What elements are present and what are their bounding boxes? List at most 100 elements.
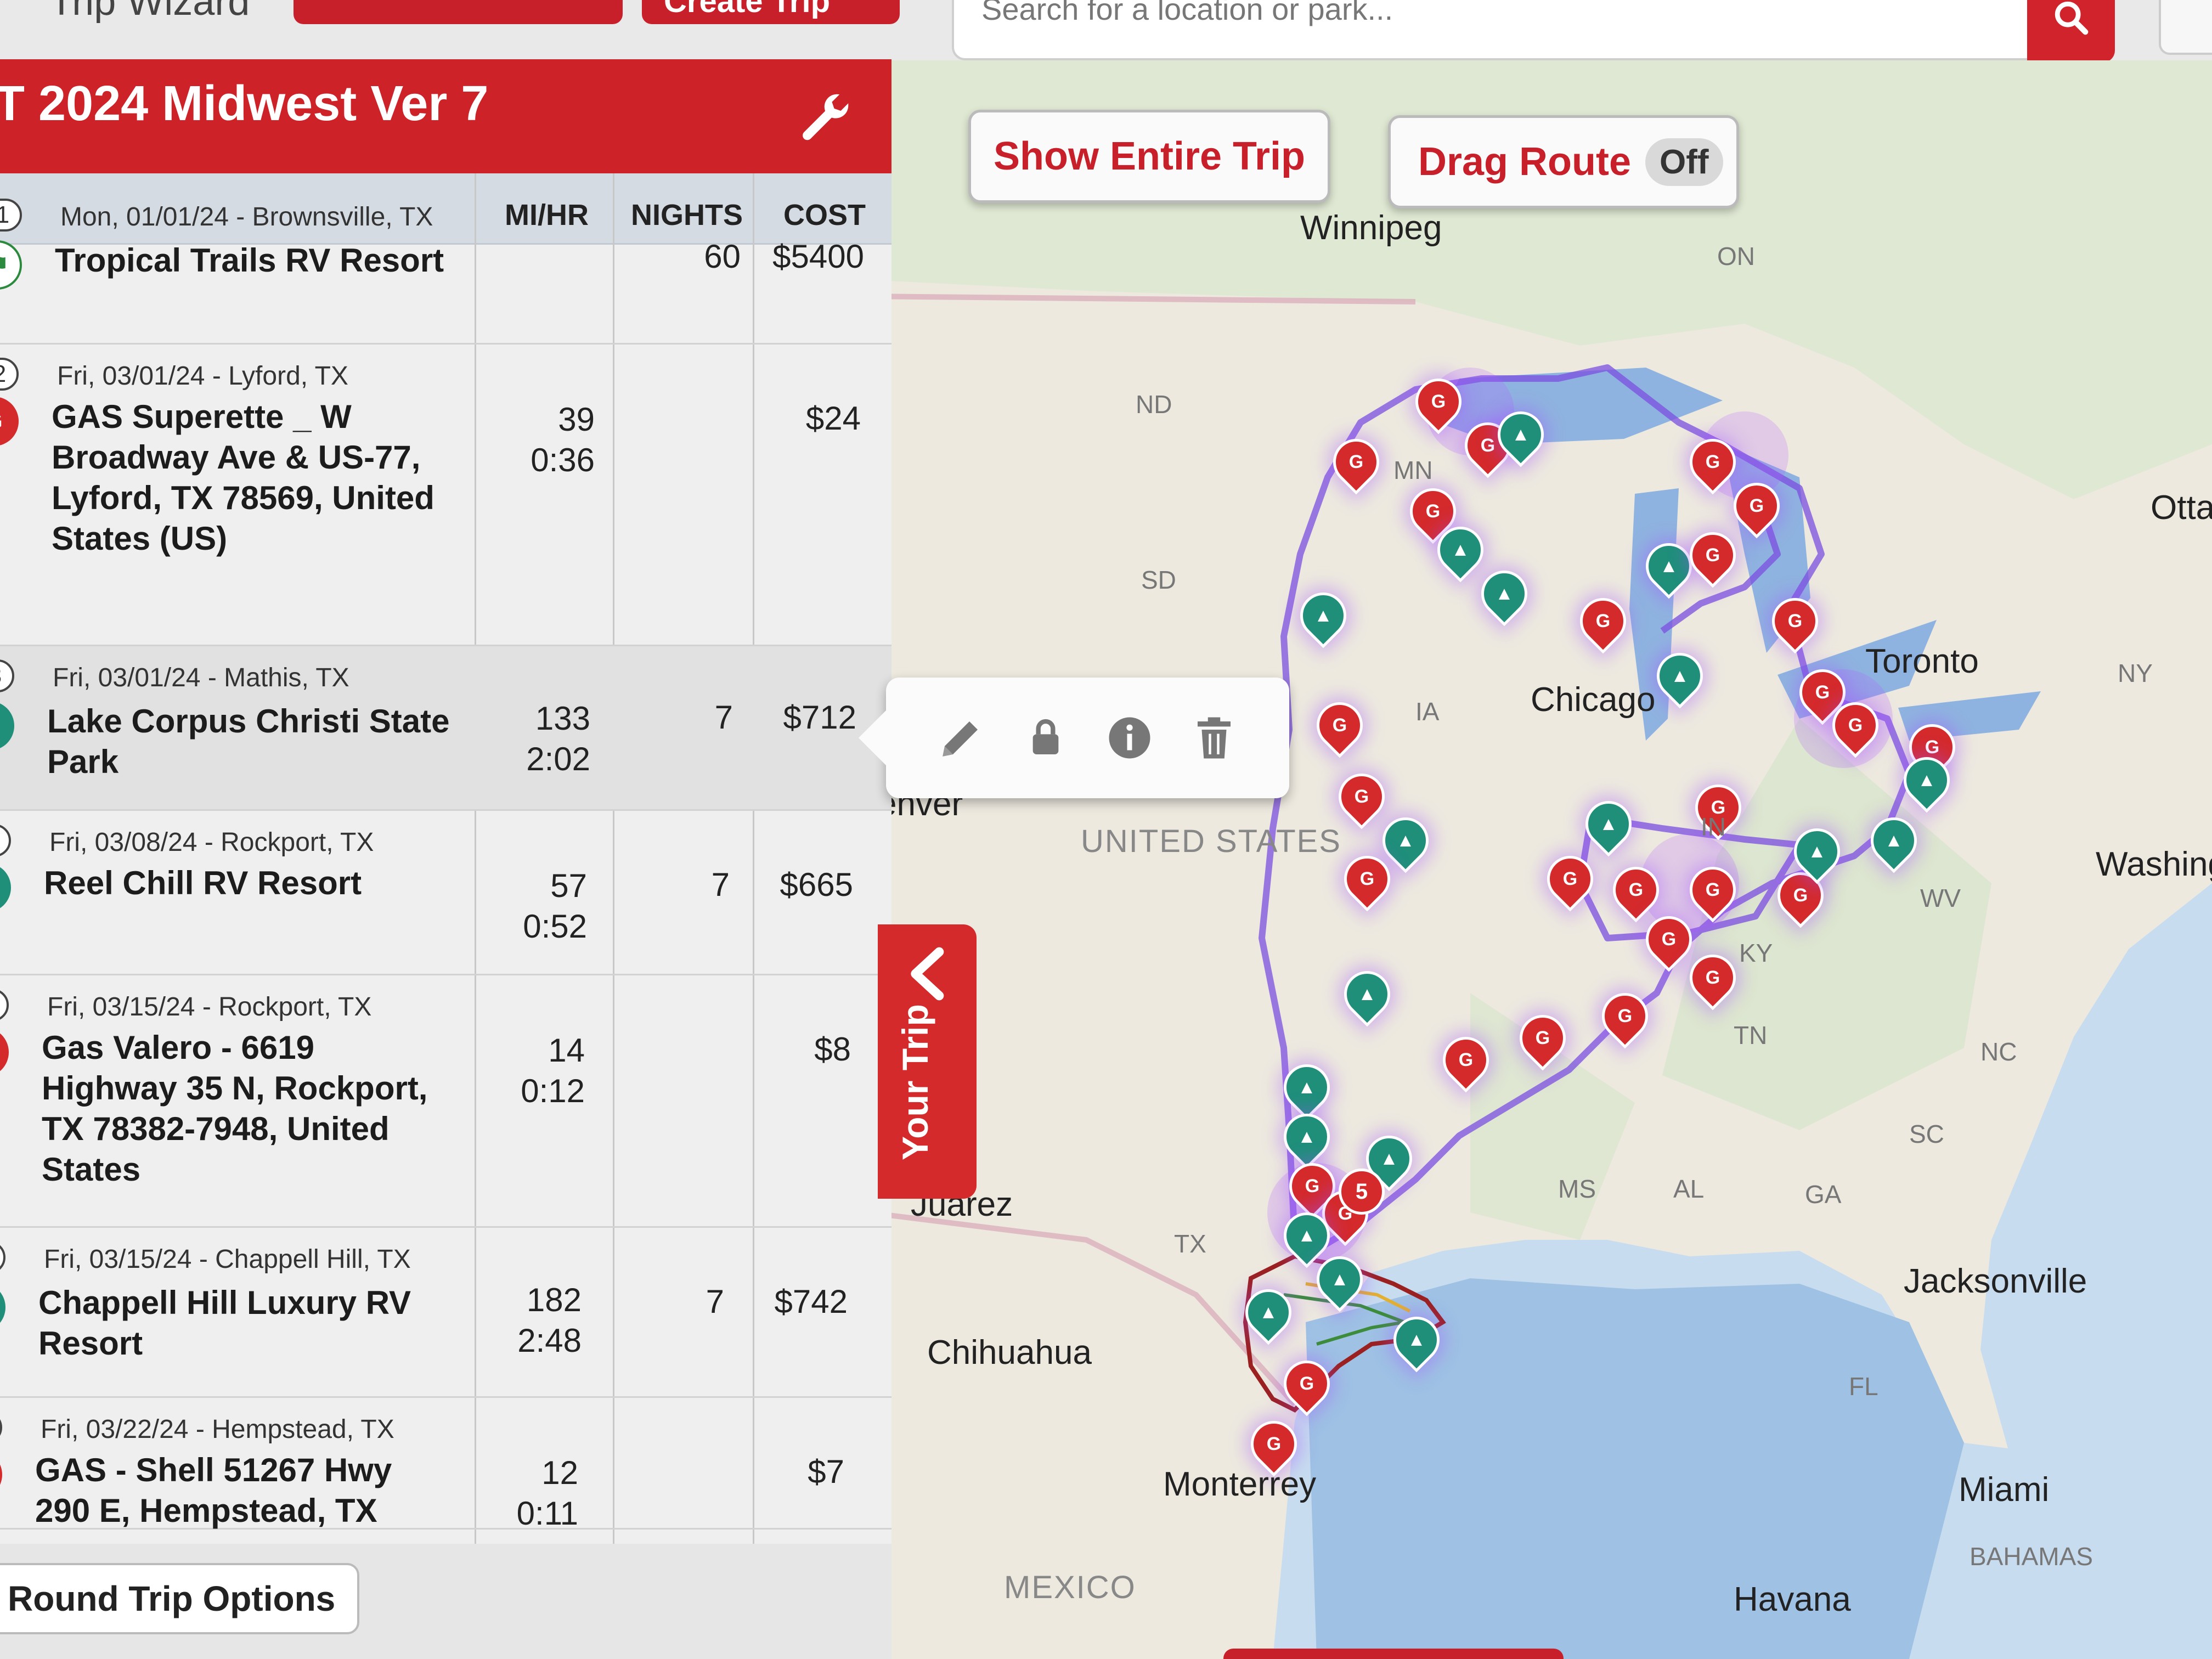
stop-name[interactable]: Reel Chill RV Resort [44,863,461,904]
flag-icon: ⚑ [0,240,22,290]
itinerary-row[interactable]: 3 ▲ Fri, 03/01/24 - Mathis, TX Lake Corp… [0,646,891,811]
info-icon[interactable] [1103,712,1156,764]
camp-icon: ▲ [0,1283,5,1332]
show-entire-trip-button[interactable]: Show Entire Trip [968,110,1330,203]
search-button[interactable] [2027,0,2115,63]
map-label-tx: TX [1174,1229,1206,1258]
map-label-chicago: Chicago [1531,681,1656,719]
itinerary-row[interactable]: 2 G Fri, 03/01/24 - Lyford, TX GAS Super… [0,345,891,646]
chevron-left-icon [911,947,944,1001]
itinerary-row[interactable]: 1 ⚑ Mon, 01/01/24 - Brownsville, TX Trop… [0,185,891,345]
lock-icon[interactable] [1019,712,1072,764]
stop-number: 1 [0,199,22,232]
stop-cost: $8 [814,1031,851,1068]
stop-distance-time: 133 2:02 [508,698,590,780]
account-button[interactable] [2159,0,2212,55]
stop-distance-time: 39 0:36 [512,399,595,481]
stop-distance-time: 57 0:52 [505,866,587,947]
pencil-icon[interactable] [935,712,988,764]
stop-date-location: Fri, 03/01/24 - Mathis, TX [53,663,349,692]
stop-nights: 60 [704,238,741,275]
gas-icon: G [0,1028,9,1077]
map-label-ottawa: Otta [2151,489,2212,527]
trip-panel-header: T 2024 Midwest Ver 7 [0,59,891,173]
stop-nights: 7 [706,1283,724,1320]
your-trip-label: Your Trip [895,1004,935,1160]
stop-date-location: Fri, 03/08/24 - Rockport, TX [49,828,374,857]
stop-cost: $24 [805,400,861,437]
stop-actions-popup [859,678,1289,798]
bottom-bar-tab[interactable] [1223,1649,1564,1659]
stop-cost: $712 [783,699,856,736]
trip-panel-footer: Round Trip Options [0,1544,891,1659]
stop-5-marker: 5 [1339,1169,1385,1215]
stop-name[interactable]: GAS Superette _ W Broadway Ave & US-77, … [52,397,469,559]
app-title: Trip Wizard [49,0,250,24]
map-label-on: ON [1717,242,1755,270]
stop-date-location: Fri, 03/01/24 - Lyford, TX [57,362,348,391]
stop-hours: 0:12 [521,1073,585,1109]
stop-distance-time: 182 2:48 [499,1280,582,1361]
gas-icon: G [0,1450,2,1499]
map-label-fl: FL [1849,1372,1878,1401]
map-label-toronto: Toronto [1865,642,1979,680]
stop-number: 5 [0,989,9,1022]
stop-name[interactable]: Gas Valero - 6619 Highway 35 N, Rockport… [42,1028,459,1190]
map-label-nc: NC [1980,1037,2017,1066]
camp-icon: ▲ [0,701,14,751]
your-trip-tab[interactable]: Your Trip [878,924,977,1199]
itinerary-row[interactable]: 5 G Fri, 03/15/24 - Rockport, TX Gas Val… [0,975,891,1228]
itinerary-row[interactable]: 6 ▲ Fri, 03/15/24 - Chappell Hill, TX Ch… [0,1228,891,1398]
stop-date-location: Mon, 01/01/24 - Brownsville, TX [60,202,433,232]
map-label-washington: Washingt [2096,845,2212,883]
map-label-in: IN [1701,812,1726,841]
itinerary-row[interactable]: 7 G Fri, 03/22/24 - Hempstead, TX GAS - … [0,1398,891,1532]
stop-hours: 2:02 [526,741,590,777]
stop-miles: 57 [550,867,587,904]
stop-name[interactable]: Tropical Trails RV Resort [55,240,472,281]
stop-miles: 14 [548,1032,585,1069]
stop-distance-time: 14 0:12 [503,1030,585,1111]
map-label-bahamas: BAHAMAS [1970,1542,2093,1571]
drag-route-toggle[interactable]: Drag Route Off [1388,115,1739,208]
top-action-button[interactable] [294,0,623,24]
trip-title: T 2024 Midwest Ver 7 [0,76,489,131]
map-label-sd: SD [1141,566,1176,594]
search-input[interactable]: Search for a location or park... [952,0,2115,63]
stop-hours: 2:48 [517,1322,582,1359]
map-label-miami: Miami [1959,1471,2050,1509]
map-label-sc: SC [1909,1120,1944,1148]
search-icon [2055,1,2089,35]
map-label-jacksonville: Jacksonville [1904,1262,2087,1300]
map-view[interactable]: G G G ▲ G ▲ ▲ ▲ G ▲ G G G G ▲ G G G ▲ G G ▲ G ▲ G G G G G ▲ ▲ G G G G G ▲ ▲ ▲ ▲… [867,60,2212,1659]
map-label-winnipeg: Winnipeg [1300,209,1442,247]
map-label-mexico: MEXICO [1004,1570,1136,1605]
map-label-al: AL [1673,1175,1705,1203]
stop-cost: $665 [780,866,853,903]
map-label-ky: KY [1739,939,1773,967]
stop-number: 7 [0,1411,2,1444]
stop-distance-time: 12 0:11 [496,1453,578,1534]
stop-date-location: Fri, 03/15/24 - Rockport, TX [47,992,372,1022]
itinerary-row[interactable]: 4 ▲ Fri, 03/08/24 - Rockport, TX Reel Ch… [0,811,891,975]
stop-name[interactable]: Lake Corpus Christi State Park [47,701,464,782]
map-label-havana: Havana [1734,1581,1851,1618]
stop-hours: 0:11 [516,1495,578,1532]
stop-miles: 133 [535,700,590,737]
stop-name[interactable]: Chappell Hill Luxury RV Resort [38,1283,455,1364]
trash-icon[interactable] [1188,712,1240,764]
map-label-wv: WV [1920,884,1961,912]
round-trip-options-button[interactable]: Round Trip Options [0,1563,360,1634]
show-entire-trip-label: Show Entire Trip [993,134,1306,178]
map-label-ny: NY [2118,659,2153,687]
top-bar: Trip Wizard Create Trip Search for a loc… [0,0,2212,65]
wrench-icon[interactable] [795,89,856,150]
create-trip-button[interactable]: Create Trip [642,0,900,24]
drag-route-state: Off [1645,138,1723,186]
search-placeholder: Search for a location or park... [981,0,1393,26]
map-label-mn: MN [1393,456,1433,484]
map-label-united-states: UNITED STATES [1081,823,1341,859]
stop-name[interactable]: GAS - Shell 51267 Hwy 290 E, Hempstead, … [35,1450,452,1531]
map-canvas [867,60,2212,1659]
stop-hours: 0:52 [523,908,587,945]
